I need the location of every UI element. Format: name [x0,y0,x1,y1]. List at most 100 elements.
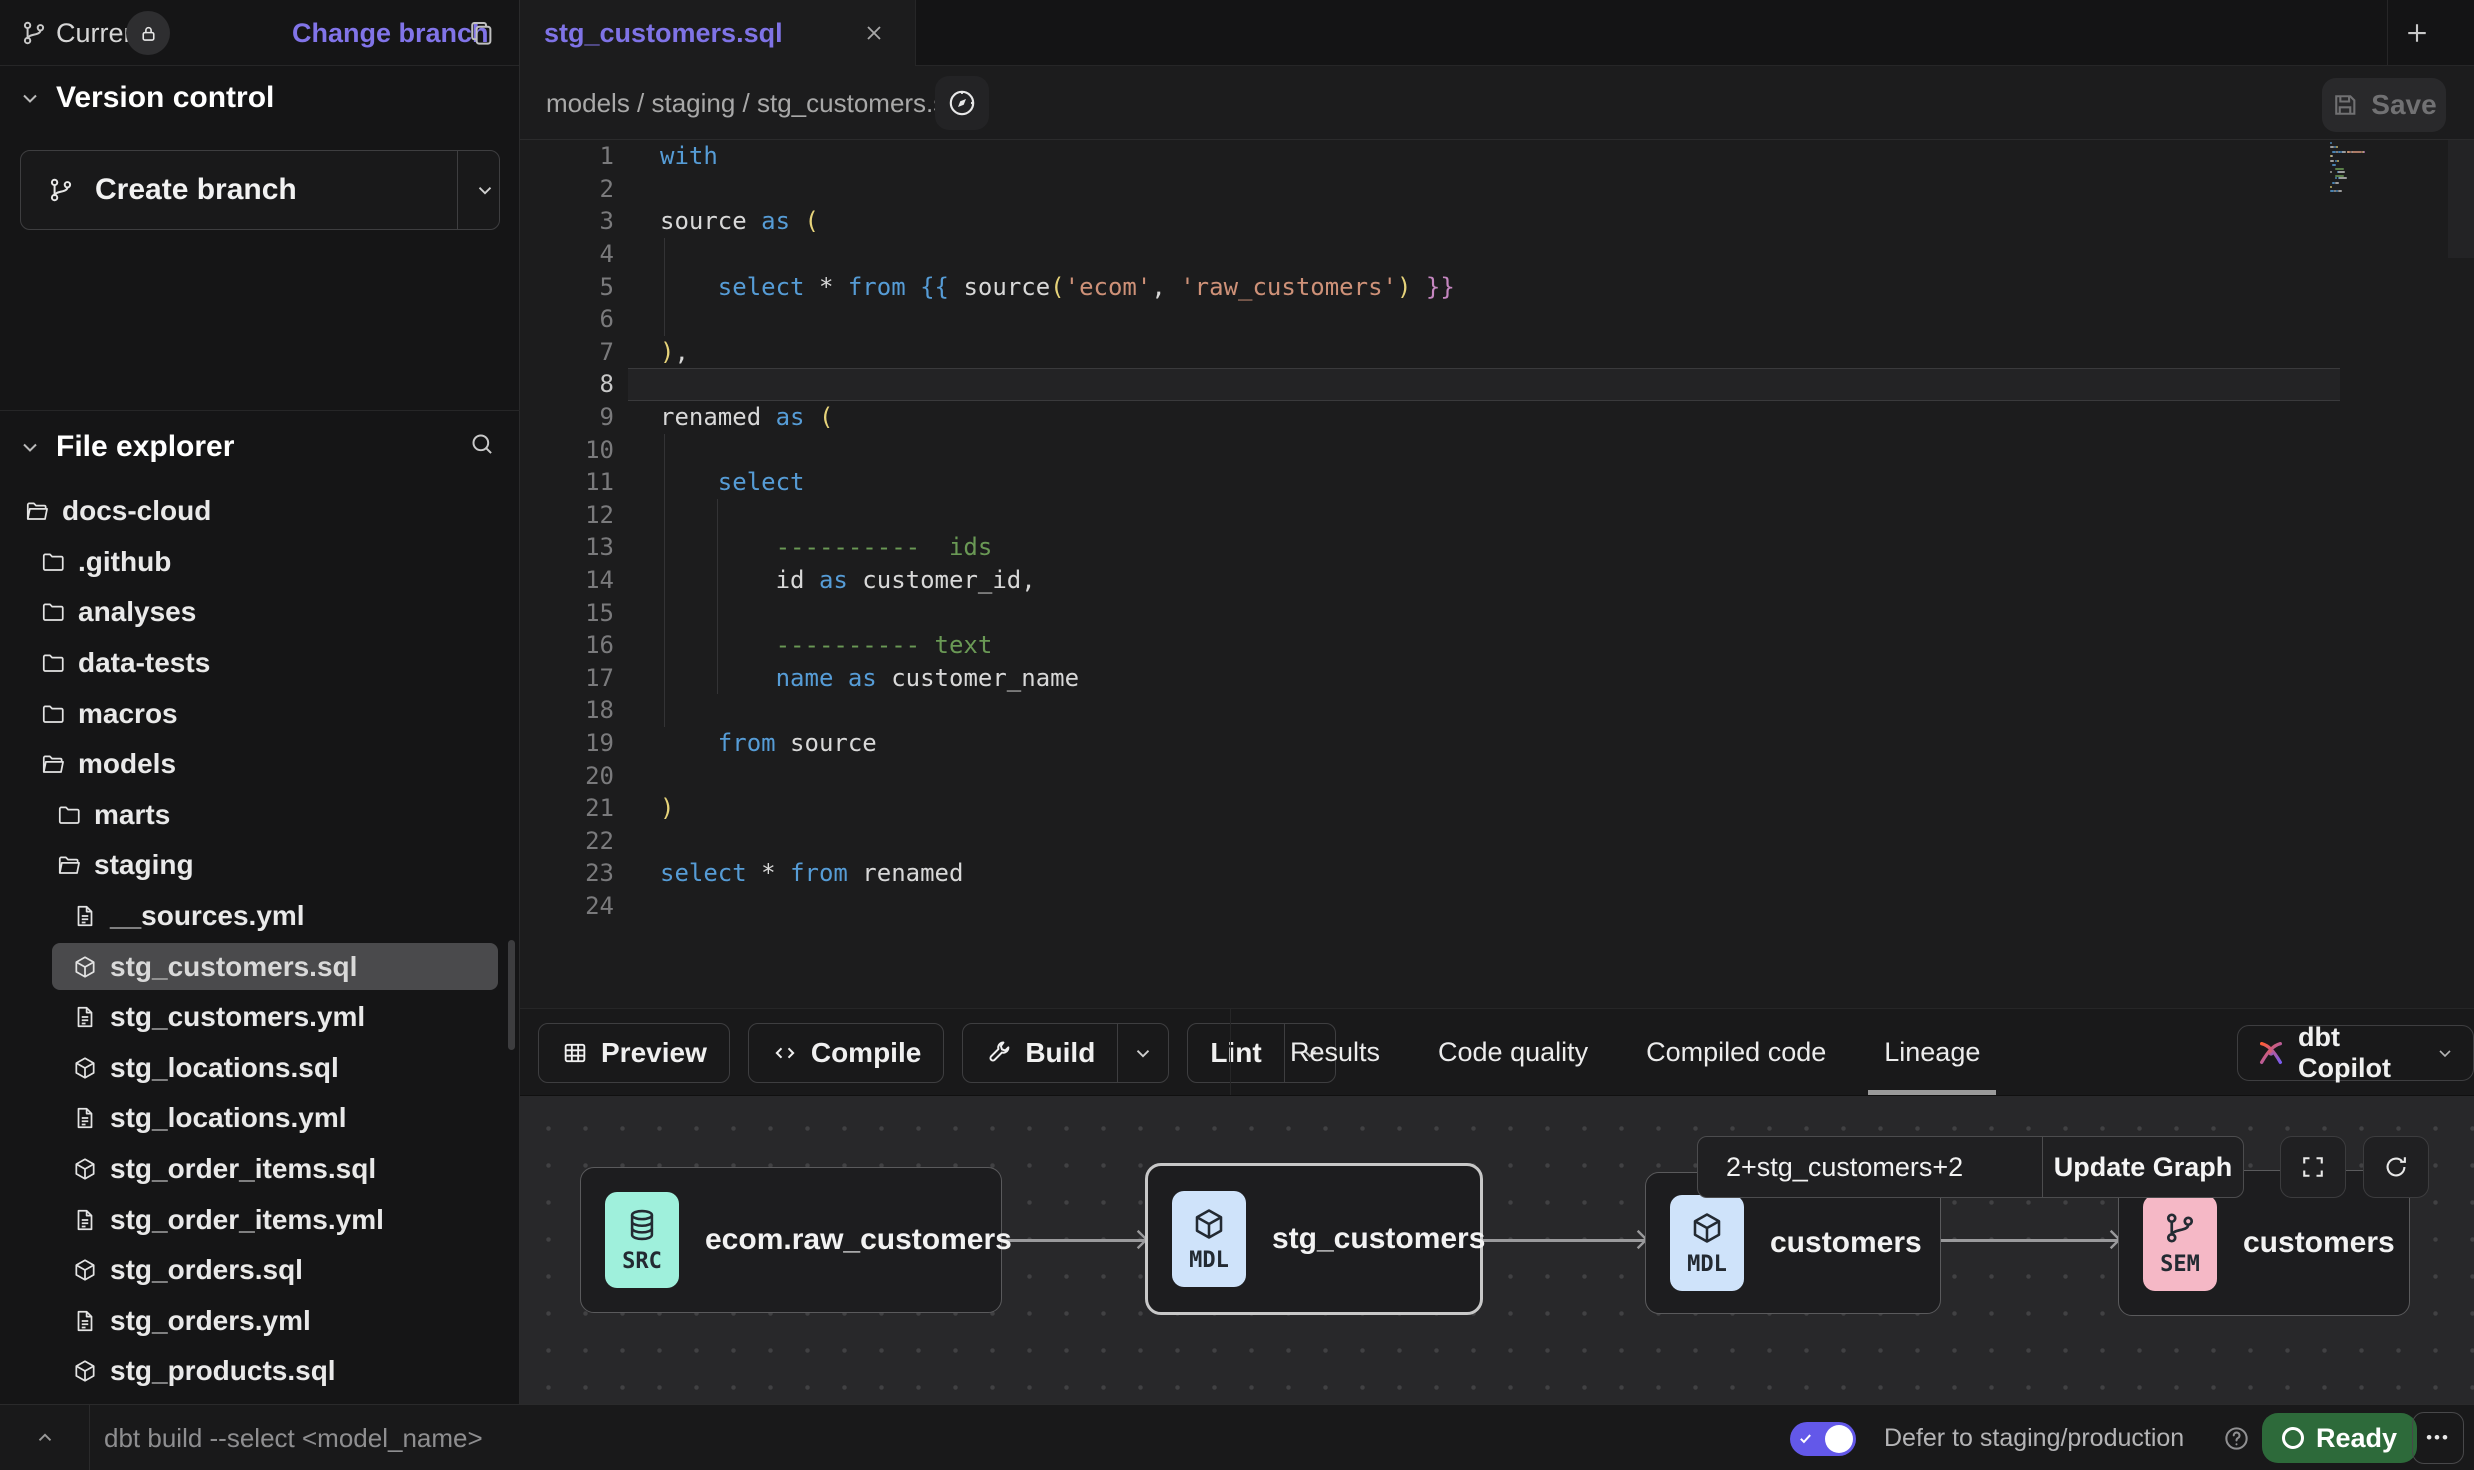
file-item-stg_locations.yml[interactable]: stg_locations.yml [0,1093,520,1144]
git-branch-icon [47,176,75,204]
minimap-line [2352,151,2361,153]
file-item-models[interactable]: models [0,739,520,790]
create-branch-label: Create branch [95,173,297,207]
file-item-stg_products.sql[interactable]: stg_products.sql [0,1346,520,1397]
code-line-5[interactable]: 5 select * from {{ source('ecom', 'raw_c… [520,270,2474,303]
create-branch-button[interactable]: Create branch [20,150,500,230]
tab-stg-customers-sql[interactable]: stg_customers.sql [520,0,916,66]
sidebar-scrollbar[interactable] [508,940,515,1050]
file-label: .github [78,546,171,578]
code-editor[interactable]: 1with23source as (45 select * from {{ so… [520,140,2474,1008]
change-branch-link[interactable]: Change branch [292,0,489,66]
create-branch-dropdown[interactable] [469,151,501,229]
file-item-stg_orders.sql[interactable]: stg_orders.sql [0,1245,520,1296]
build-button[interactable]: Build [962,1023,1169,1083]
file-label: stg_orders.sql [110,1254,303,1286]
file-label: staging [94,849,194,881]
code-line-13[interactable]: 13 ---------- ids [520,531,2474,564]
code-line-10[interactable]: 10 [520,433,2474,466]
code-line-1[interactable]: 1with [520,140,2474,173]
new-tab-plus-icon[interactable] [2402,18,2432,48]
file-item-.github[interactable]: .github [0,537,520,588]
code-line-12[interactable]: 12 [520,499,2474,532]
code-line-21[interactable]: 21) [520,792,2474,825]
file-item-docs-cloud[interactable]: docs-cloud [0,486,520,537]
code-line-3[interactable]: 3source as ( [520,205,2474,238]
file-item-macros[interactable]: macros [0,688,520,739]
code-line-9[interactable]: 9renamed as ( [520,401,2474,434]
code-line-2[interactable]: 2 [520,173,2474,206]
fullscreen-button[interactable] [2280,1136,2346,1198]
file-item-stg_order_items.yml[interactable]: stg_order_items.yml [0,1194,520,1245]
panel-tab-lineage[interactable]: Lineage [1884,1009,1980,1095]
file-item-analyses[interactable]: analyses [0,587,520,638]
file-explorer-header[interactable]: File explorer [18,425,234,469]
panel-tab-code-quality[interactable]: Code quality [1438,1009,1588,1095]
line-number: 10 [520,436,614,464]
update-graph-button[interactable]: Update Graph [2043,1137,2243,1197]
lineage-node-stg_customers[interactable]: MDLstg_customers [1145,1163,1483,1315]
close-icon[interactable] [862,21,886,45]
dbt-copilot-button[interactable]: dbt Copilot [2237,1025,2474,1081]
more-options-button[interactable]: ••• [2412,1412,2464,1464]
file-item-stg_orders.yml[interactable]: stg_orders.yml [0,1296,520,1347]
line-number: 7 [520,338,614,366]
code-line-8[interactable]: 8 [520,368,2474,401]
code-line-17[interactable]: 17 name as customer_name [520,662,2474,695]
badge-label: SRC [622,1249,662,1274]
preview-button[interactable]: Preview [538,1023,730,1083]
save-label: Save [2371,89,2436,121]
line-content: select * from renamed [660,859,963,887]
line-content: from source [660,729,877,757]
lineage-selector-input[interactable]: 2+stg_customers+2 [1698,1137,2042,1197]
lineage-node-ecom.raw_customers[interactable]: SRCecom.raw_customers [580,1167,1002,1313]
file-item-marts[interactable]: marts [0,790,520,841]
code-line-4[interactable]: 4 [520,238,2474,271]
code-line-18[interactable]: 18 [520,694,2474,727]
section-divider [0,410,520,411]
file-item-data-tests[interactable]: data-tests [0,638,520,689]
editor-tabstrip: stg_customers.sql [520,0,2474,66]
search-icon[interactable] [468,430,496,458]
code-line-15[interactable]: 15 [520,596,2474,629]
yaml-file-icon [72,903,98,929]
code-line-23[interactable]: 23select * from renamed [520,857,2474,890]
file-item-__sources.yml[interactable]: __sources.yml [0,891,520,942]
code-line-22[interactable]: 22 [520,825,2474,858]
refresh-button[interactable] [2363,1136,2429,1198]
file-item-stg_customers.sql[interactable]: stg_customers.sql [0,941,520,992]
file-item-stg_order_items.sql[interactable]: stg_order_items.sql [0,1144,520,1195]
indent-guide [664,434,665,727]
editor-scrollbar[interactable] [2448,140,2474,258]
file-item-stg_customers.yml[interactable]: stg_customers.yml [0,992,520,1043]
build-dropdown[interactable] [1118,1024,1168,1082]
copy-icon[interactable] [466,18,496,48]
ready-status-button[interactable]: Ready [2262,1413,2417,1463]
code-line-19[interactable]: 19 from source [520,727,2474,760]
code-line-16[interactable]: 16 ---------- text [520,629,2474,662]
command-input[interactable]: dbt build --select <model_name> [104,1405,483,1470]
file-item-staging[interactable]: staging [0,840,520,891]
copilot-compass-button[interactable] [935,76,989,130]
line-number: 6 [520,305,614,333]
help-icon[interactable] [2222,1424,2251,1453]
file-item-stg_locations.sql[interactable]: stg_locations.sql [0,1043,520,1094]
indent-guide [717,499,718,694]
panel-tab-compiled-code[interactable]: Compiled code [1646,1009,1826,1095]
defer-toggle[interactable] [1790,1422,1856,1456]
code-line-14[interactable]: 14 id as customer_id, [520,564,2474,597]
line-number: 18 [520,696,614,724]
code-line-24[interactable]: 24 [520,890,2474,923]
code-line-11[interactable]: 11 select [520,466,2474,499]
version-control-header[interactable]: Version control [18,76,274,120]
compile-button[interactable]: Compile [748,1023,944,1083]
code-line-7[interactable]: 7), [520,336,2474,369]
code-line-20[interactable]: 20 [520,759,2474,792]
line-number: 11 [520,468,614,496]
file-label: analyses [78,596,196,628]
save-button[interactable]: Save [2322,78,2446,132]
panel-tab-results[interactable]: Results [1290,1009,1380,1095]
code-line-6[interactable]: 6 [520,303,2474,336]
command-panel-expand[interactable] [0,1405,90,1470]
breadcrumb-bar: models / staging / stg_customers.sql Sav… [520,66,2474,140]
